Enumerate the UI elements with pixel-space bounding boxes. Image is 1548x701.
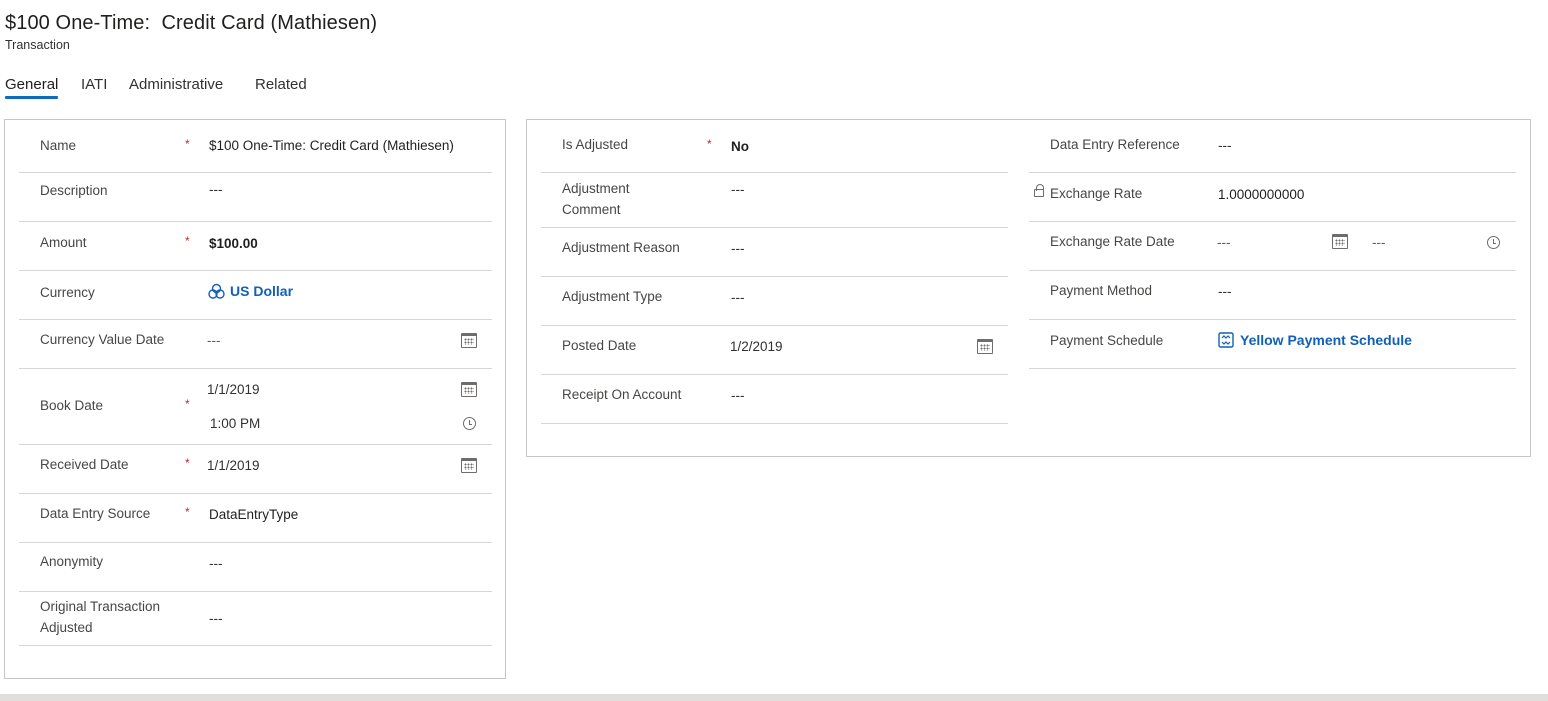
- posted-date-input[interactable]: 1/2/2019: [730, 339, 783, 354]
- field-label: Name: [40, 138, 77, 153]
- payment-schedule-lookup-link[interactable]: Yellow Payment Schedule: [1218, 332, 1412, 348]
- field-description: Description ---: [19, 173, 492, 222]
- required-marker: *: [185, 397, 190, 411]
- field-name: Name * $100 One-Time: Credit Card (Mathi…: [19, 120, 492, 173]
- data-entry-reference-input[interactable]: ---: [1218, 138, 1232, 153]
- field-label: Exchange Rate Date: [1050, 234, 1175, 249]
- record-header: $100 One-Time: Credit Card (Mathiesen) T…: [5, 12, 377, 52]
- field-label: Adjustment Comment: [562, 181, 630, 217]
- field-label: Currency: [40, 285, 95, 300]
- field-label: Receipt On Account: [562, 387, 682, 402]
- lock-icon: [1034, 184, 1044, 197]
- field-payment-method: Payment Method ---: [1029, 271, 1516, 320]
- tab-iati[interactable]: IATI: [81, 76, 107, 99]
- field-data-entry-source: Data Entry Source * DataEntryType: [19, 494, 492, 543]
- field-label: Original Transaction Adjusted: [40, 599, 161, 635]
- calendar-icon[interactable]: [1332, 234, 1348, 249]
- tab-related[interactable]: Related: [255, 76, 307, 99]
- field-currency: Currency US Dollar: [19, 271, 492, 320]
- payment-schedule-value: Yellow Payment Schedule: [1240, 332, 1412, 348]
- field-label: Adjustment Type: [562, 289, 663, 304]
- required-marker: *: [185, 234, 190, 248]
- field-adjustment-reason: Adjustment Reason ---: [541, 228, 1008, 277]
- required-marker: *: [185, 456, 190, 470]
- currency-lookup-link[interactable]: US Dollar: [208, 283, 293, 299]
- calendar-icon[interactable]: [461, 333, 477, 348]
- clock-icon[interactable]: [1487, 236, 1500, 249]
- calendar-icon[interactable]: [977, 339, 993, 354]
- general-section-right: Is Adjusted * No Adjustment Comment --- …: [526, 119, 1531, 457]
- field-label: Adjustment Reason: [562, 240, 680, 255]
- field-label: Received Date: [40, 457, 129, 472]
- field-receipt-on-account: Receipt On Account ---: [541, 375, 1008, 424]
- field-received-date: Received Date * 1/1/2019: [19, 445, 492, 494]
- field-label: Description: [40, 183, 108, 198]
- currency-value-date-input[interactable]: ---: [207, 333, 221, 348]
- field-anonymity: Anonymity ---: [19, 543, 492, 592]
- field-label: Payment Schedule: [1050, 333, 1164, 348]
- page-title: $100 One-Time: Credit Card (Mathiesen): [5, 12, 378, 34]
- horizontal-scrollbar[interactable]: [0, 694, 1548, 701]
- exchange-rate-time-input[interactable]: ---: [1372, 235, 1386, 250]
- required-marker: *: [185, 137, 190, 151]
- field-is-adjusted: Is Adjusted * No: [541, 120, 1008, 173]
- entity-type-label: Transaction: [5, 38, 70, 52]
- field-label: Anonymity: [40, 554, 104, 569]
- book-date-input[interactable]: 1/1/2019: [207, 382, 260, 397]
- clock-icon[interactable]: [463, 417, 476, 430]
- is-adjusted-toggle[interactable]: No: [731, 139, 749, 154]
- anonymity-select[interactable]: ---: [209, 556, 223, 571]
- tab-administrative[interactable]: Administrative: [129, 76, 223, 99]
- field-exchange-rate-date: Exchange Rate Date --- ---: [1029, 222, 1516, 271]
- field-payment-schedule: Payment Schedule Yellow Payment Schedule: [1029, 320, 1516, 369]
- field-adjustment-type: Adjustment Type ---: [541, 277, 1008, 326]
- required-marker: *: [185, 505, 190, 519]
- field-label: Data Entry Source: [40, 506, 151, 521]
- field-exchange-rate: Exchange Rate 1.0000000000: [1029, 173, 1516, 222]
- field-data-entry-reference: Data Entry Reference ---: [1029, 120, 1516, 173]
- adjustment-comment-input[interactable]: ---: [731, 182, 745, 197]
- amount-input[interactable]: $100.00: [209, 236, 258, 251]
- field-label: Exchange Rate: [1050, 186, 1143, 201]
- exchange-rate-input: 1.0000000000: [1218, 187, 1305, 202]
- required-marker: *: [707, 137, 712, 151]
- currency-value: US Dollar: [230, 283, 294, 299]
- field-original-transaction-adjusted: Original Transaction Adjusted ---: [19, 592, 492, 646]
- tab-general[interactable]: General: [5, 76, 59, 99]
- exchange-rate-date-input[interactable]: ---: [1217, 235, 1231, 250]
- calendar-icon[interactable]: [461, 382, 477, 397]
- adjustment-type-select[interactable]: ---: [731, 290, 745, 305]
- payment-method-select[interactable]: ---: [1218, 284, 1232, 299]
- field-currency-value-date: Currency Value Date ---: [19, 320, 492, 369]
- field-book-date: Book Date * 1/1/2019 1:00 PM: [19, 369, 492, 445]
- description-input[interactable]: ---: [209, 182, 223, 197]
- field-label: Data Entry Reference: [1050, 137, 1180, 152]
- currency-icon: [208, 283, 225, 299]
- data-entry-source-select[interactable]: DataEntryType: [209, 507, 298, 522]
- general-section-left: Name * $100 One-Time: Credit Card (Mathi…: [4, 119, 506, 679]
- payment-schedule-icon: [1218, 332, 1234, 348]
- original-transaction-adjusted-input[interactable]: ---: [209, 611, 223, 626]
- field-label: Currency Value Date: [40, 332, 165, 347]
- field-label: Book Date: [40, 398, 104, 413]
- received-date-input[interactable]: 1/1/2019: [207, 458, 260, 473]
- calendar-icon[interactable]: [461, 458, 477, 473]
- book-time-input[interactable]: 1:00 PM: [210, 416, 260, 431]
- adjustment-reason-select[interactable]: ---: [731, 241, 745, 256]
- field-adjustment-comment: Adjustment Comment ---: [541, 173, 1008, 228]
- field-label: Payment Method: [1050, 283, 1153, 298]
- name-input[interactable]: $100 One-Time: Credit Card (Mathiesen): [209, 138, 454, 153]
- field-posted-date: Posted Date 1/2/2019: [541, 326, 1008, 375]
- field-label: Posted Date: [562, 338, 637, 353]
- receipt-on-account-lookup[interactable]: ---: [731, 388, 745, 403]
- field-label: Amount: [40, 235, 87, 250]
- field-label: Is Adjusted: [562, 137, 629, 152]
- field-amount: Amount * $100.00: [19, 222, 492, 271]
